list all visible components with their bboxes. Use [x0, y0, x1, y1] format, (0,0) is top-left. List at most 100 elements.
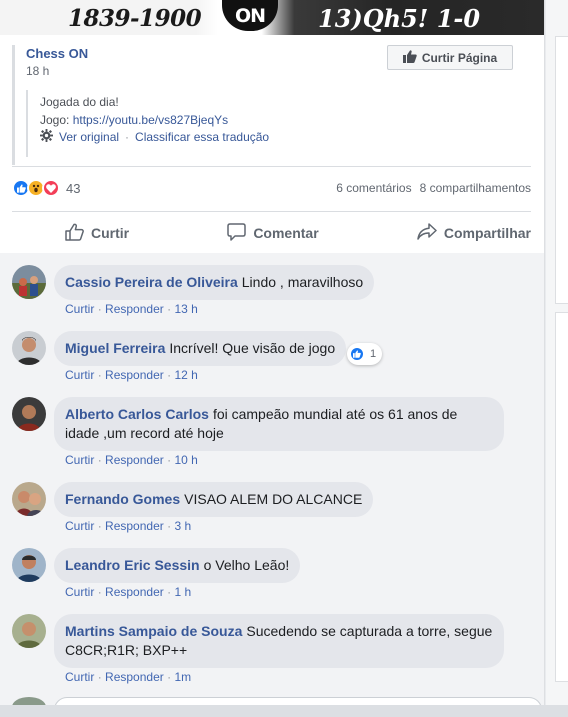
comment-time[interactable]: 10 h [174, 453, 197, 467]
comment-like-link[interactable]: Curtir [65, 519, 94, 533]
avatar[interactable] [12, 397, 46, 431]
side-card [555, 312, 568, 682]
comment-author[interactable]: Alberto Carlos Carlos [65, 406, 209, 422]
comment-reply-link[interactable]: Responder [105, 519, 164, 533]
side-card [555, 36, 568, 304]
post-text-line1: Jogada do dia! [40, 95, 119, 109]
comment-time[interactable]: 13 h [174, 302, 197, 316]
comment-time[interactable]: 1 h [174, 585, 191, 599]
separator-dot: · [167, 368, 172, 382]
right-side-column [546, 0, 568, 717]
comment-time[interactable]: 1m [174, 670, 191, 684]
post-image[interactable]: 1839-1900 ON 13)Qh5! 1-0 [0, 0, 544, 35]
comment-bubble: Cassio Pereira de Oliveira Lindo , maravi… [54, 265, 375, 300]
comment-author[interactable]: Fernando Gomes [65, 491, 180, 507]
separator-dot: · [97, 453, 102, 467]
comment-like-count: 1 [370, 348, 377, 360]
love-reaction-icon [42, 179, 60, 197]
comment-author[interactable]: Cassio Pereira de Oliveira [65, 274, 238, 290]
horizontal-scrollbar[interactable] [0, 705, 568, 717]
divider [12, 166, 531, 167]
reaction-icons[interactable]: 43 [12, 179, 80, 197]
comment-time[interactable]: 3 h [174, 519, 191, 533]
separator-dot: · [97, 302, 102, 316]
comment-like-link[interactable]: Curtir [65, 453, 94, 467]
comment-label: Comentar [253, 225, 319, 241]
comment-reply-link[interactable]: Responder [105, 302, 164, 316]
post-text-line2: Jogo: https://youtu.be/vs827BjeqYs [40, 111, 521, 129]
page-name-link[interactable]: Chess ON [26, 46, 88, 61]
comment-like-link[interactable]: Curtir [65, 302, 94, 316]
comment-meta: Curtir · Responder · 12 h [65, 368, 198, 382]
comment-reply-link[interactable]: Responder [105, 670, 164, 684]
comment-bubble-icon [227, 222, 247, 244]
like-reaction-icon [349, 346, 365, 362]
comment-like-link[interactable]: Curtir [65, 585, 94, 599]
avatar[interactable] [12, 331, 46, 365]
avatar[interactable] [12, 548, 46, 582]
comment-author[interactable]: Leandro Eric Sessin [65, 557, 200, 573]
comment-like-badge[interactable]: 1 [347, 343, 383, 365]
comment-bubble: Miguel Ferreira Incrível! Que visão de jo… [54, 331, 347, 366]
comment-bubble: Martins Sampaio de Souza Sucedendo se cap… [54, 614, 504, 668]
like-button[interactable]: Curtir [12, 223, 169, 244]
comment-reply-link[interactable]: Responder [105, 453, 164, 467]
youtube-link[interactable]: https://youtu.be/vs827BjeqYs [73, 113, 228, 127]
comment-button[interactable]: Comentar [187, 222, 358, 244]
comments-count-link[interactable]: 6 comentários [336, 181, 411, 195]
separator-dot: · [167, 670, 172, 684]
comment-bubble: Alberto Carlos Carlos foi campeão mundial… [54, 397, 504, 451]
comment-meta: Curtir · Responder · 1 h [65, 585, 191, 599]
reactions-summary: 43 6 comentários 8 compartilhamentos [12, 176, 531, 200]
comment-author[interactable]: Martins Sampaio de Souza [65, 623, 242, 639]
separator-dot: · [167, 453, 172, 467]
like-page-label: Curtir Página [421, 50, 498, 65]
gear-icon[interactable] [40, 129, 53, 145]
banner-move-text: 13)Qh5! 1-0 [318, 4, 481, 33]
comment-reply-link[interactable]: Responder [105, 368, 164, 382]
separator-dot: · [167, 302, 172, 316]
like-label: Curtir [91, 225, 130, 241]
thumbs-up-icon [402, 49, 417, 66]
post-card: 1839-1900 ON 13)Qh5! 1-0 Chess ON 18 h C… [0, 0, 545, 717]
comment-author[interactable]: Miguel Ferreira [65, 340, 165, 356]
avatar[interactable] [12, 482, 46, 516]
separator-dot: · [167, 519, 172, 533]
separator-dot: · [125, 130, 130, 144]
separator-dot: · [167, 585, 172, 599]
comments-section: Cassio Pereira de Oliveira Lindo , maravi… [0, 253, 544, 717]
comment-bubble: Leandro Eric Sessin o Velho Leão! [54, 548, 301, 583]
comment-like-link[interactable]: Curtir [65, 670, 94, 684]
game-prefix: Jogo: [40, 113, 73, 127]
share-button[interactable]: Compartilhar [377, 223, 531, 243]
divider [12, 211, 531, 212]
comment-meta: Curtir · Responder · 13 h [65, 302, 198, 316]
reaction-count[interactable]: 43 [66, 181, 80, 196]
share-label: Compartilhar [443, 225, 531, 241]
separator-dot: · [97, 670, 102, 684]
avatar[interactable] [12, 614, 46, 648]
avatar[interactable] [12, 265, 46, 299]
post-actions: Curtir Comentar Compartilhar [12, 213, 531, 253]
comment-meta: Curtir · Responder · 1m [65, 670, 191, 684]
thumbs-up-outline-icon [65, 223, 84, 244]
logo-text: ON [234, 4, 266, 27]
comment-time[interactable]: 12 h [174, 368, 197, 382]
banner-years-text: 1839-1900 [68, 5, 202, 32]
rate-translation-link[interactable]: Classificar essa tradução [135, 130, 269, 144]
see-original-link[interactable]: Ver original [59, 130, 119, 144]
separator-dot: · [97, 368, 102, 382]
shared-post: Chess ON 18 h Curtir Página Jogada do di… [12, 45, 531, 165]
comment-like-link[interactable]: Curtir [65, 368, 94, 382]
share-arrow-icon [417, 223, 437, 243]
counts: 6 comentários 8 compartilhamentos [336, 181, 531, 195]
separator-dot: · [97, 519, 102, 533]
comment-text: o Velho Leão! [203, 557, 290, 573]
post-text-block: Jogada do dia! Jogo: https://youtu.be/vs… [26, 90, 521, 157]
post-timestamp[interactable]: 18 h [26, 64, 49, 78]
comment-text: Lindo , maravilhoso [241, 274, 364, 290]
comment-reply-link[interactable]: Responder [105, 585, 164, 599]
like-page-button[interactable]: Curtir Página [387, 45, 513, 70]
shares-count-link[interactable]: 8 compartilhamentos [420, 181, 531, 195]
comment-text: Incrível! Que visão de jogo [169, 340, 336, 356]
